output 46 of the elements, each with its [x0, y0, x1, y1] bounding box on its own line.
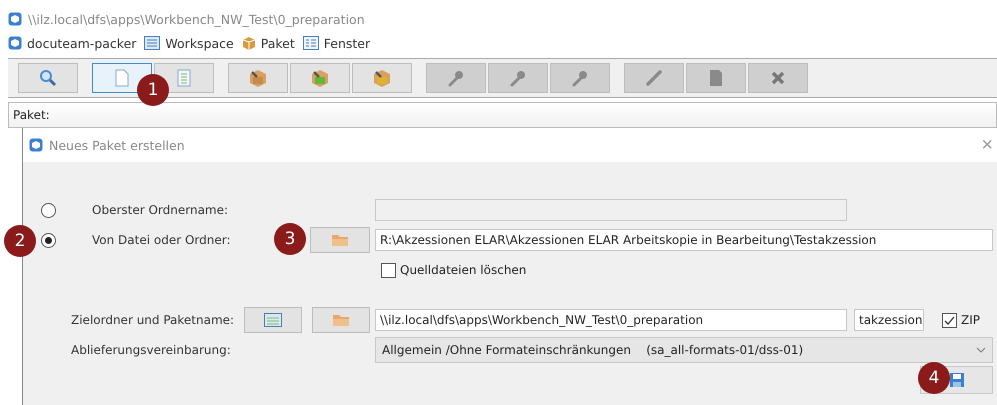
box-wrench-icon: [372, 68, 392, 88]
form-window-icon: [302, 36, 319, 50]
checkbox[interactable]: [942, 312, 957, 328]
wrench-icon: [571, 69, 589, 87]
dialog-title: Neues Paket erstellen: [49, 138, 186, 152]
package-label: Paket:: [13, 108, 50, 122]
delete-icon: [770, 70, 786, 86]
folder-icon: [332, 313, 350, 327]
menu-item[interactable]: Workspace: [144, 36, 234, 50]
wrench-icon: [447, 69, 465, 87]
field-label: Oberster Ordnername:: [92, 203, 228, 217]
field-label: Zielordner und Paketname:: [71, 313, 234, 327]
field-label: Von Datei oder Ordner:: [92, 233, 230, 247]
checkbox-label: Quelldateien löschen: [400, 263, 526, 277]
chevron-down-icon: [976, 347, 986, 353]
cube-icon: [29, 138, 43, 152]
box-wrench-icon: [248, 68, 268, 88]
menu-item[interactable]: Paket: [242, 36, 295, 50]
field-label: Ablieferungsvereinbarung:: [71, 343, 231, 357]
dropdown[interactable]: Allgemein /Ohne Formateinschränkungen (sa_all-formats-01/dss-01): [375, 337, 993, 363]
page-icon: [115, 69, 129, 87]
pencil-icon: [645, 69, 663, 87]
search-icon: [39, 69, 57, 87]
list-window-icon: [144, 36, 160, 50]
input-field[interactable]: R:\Akzessionen ELAR\Akzessionen ELAR Arbeitskopie in Bearbeitung\Testakzession: [375, 229, 993, 251]
list-window-icon: [264, 313, 282, 327]
radio-button[interactable]: [41, 232, 56, 248]
input-field[interactable]: \\ilz.local\dfs\apps\Workbench_NW_Test\0_preparation: [375, 309, 847, 331]
box-icon: [242, 36, 256, 50]
browse-button[interactable]: [310, 227, 370, 253]
wrench-icon: [509, 69, 527, 87]
menu-item[interactable]: docuteam-packer: [8, 36, 136, 50]
window-title: \\ilz.local\dfs\apps\Workbench_NW_Test\0_preparation: [28, 12, 365, 26]
cube-icon: [8, 12, 22, 26]
lined-page-icon: [177, 69, 191, 87]
folder-icon: [331, 233, 349, 247]
box-wrench-icon: [310, 68, 330, 88]
checkbox-label: ZIP: [961, 313, 980, 327]
step-number-tooltip: 2: [4, 225, 36, 257]
menu-item[interactable]: Fenster: [302, 36, 370, 50]
input-field[interactable]: takzession: [854, 309, 924, 331]
sheet-icon: [709, 69, 723, 87]
workspace-button[interactable]: [244, 307, 302, 333]
browse-button[interactable]: [312, 307, 370, 333]
checkbox[interactable]: [381, 262, 396, 278]
cube-icon: [8, 36, 22, 50]
